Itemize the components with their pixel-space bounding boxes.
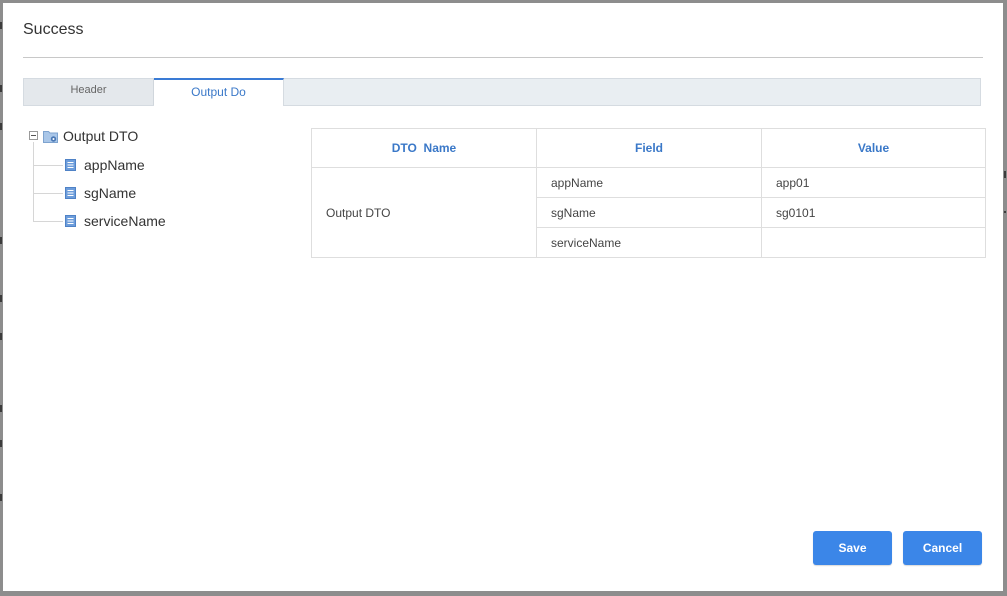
tree-node-output-dto[interactable]: Output DTO: [27, 127, 147, 145]
column-header-field: Field: [536, 128, 762, 168]
value-cell: [761, 227, 986, 258]
cancel-button[interactable]: Cancel: [903, 531, 982, 565]
document-icon: [65, 159, 76, 171]
column-header-value: Value: [761, 128, 986, 168]
field-cell: serviceName: [536, 227, 762, 258]
column-header-dto-name: DTO Name: [311, 128, 537, 168]
backdrop-text-fragment: [1004, 211, 1006, 213]
tree-node-appname[interactable]: appName: [63, 156, 203, 174]
backdrop-text-fragment: [0, 494, 2, 501]
value-cell: app01: [761, 167, 986, 198]
table-header: DTO Name Field Value: [311, 128, 986, 168]
backdrop-text-fragment: [0, 295, 2, 302]
tree-node-sgname[interactable]: sgName: [63, 184, 203, 202]
backdrop-text-fragment: [0, 22, 2, 29]
value-cell: sg0101: [761, 197, 986, 228]
dto-name-cell: Output DTO: [311, 167, 537, 258]
backdrop-text-fragment: [0, 123, 2, 130]
backdrop-text-fragment: [0, 405, 2, 412]
document-icon: [65, 215, 76, 227]
collapse-icon[interactable]: [29, 131, 38, 140]
save-button[interactable]: Save: [813, 531, 892, 565]
field-cell: appName: [536, 167, 762, 198]
backdrop-text-fragment: [0, 333, 2, 340]
table-body: Output DTO appName app01 sgName sg0101 s…: [311, 167, 986, 258]
tree-connector-line: [33, 193, 63, 194]
backdrop-text-fragment: [0, 85, 2, 92]
tree-node-label: Output DTO: [63, 128, 139, 144]
backdrop-text-fragment: [0, 237, 2, 244]
tree-node-label: appName: [84, 157, 145, 173]
tree-guide-line: [33, 142, 34, 222]
success-dialog: Success Header Output Do Output DTO appN…: [3, 3, 1003, 591]
output-dto-table: DTO Name Field Value Output DTO appName …: [311, 128, 986, 258]
dto-tree: Output DTO appName sgName serviceName: [3, 3, 293, 243]
tree-node-label: sgName: [84, 185, 137, 201]
table-header-row: DTO Name Field Value: [311, 128, 986, 168]
tree-connector-line: [33, 165, 63, 166]
backdrop-text-fragment: [1004, 171, 1006, 178]
folder-icon: [43, 131, 58, 143]
tree-connector-line: [33, 221, 63, 222]
field-cell: sgName: [536, 197, 762, 228]
backdrop-text-fragment: [0, 440, 2, 447]
tree-node-servicename[interactable]: serviceName: [63, 212, 203, 230]
document-icon: [65, 187, 76, 199]
table-row: Output DTO appName app01: [311, 167, 986, 258]
tree-node-label: serviceName: [84, 213, 166, 229]
